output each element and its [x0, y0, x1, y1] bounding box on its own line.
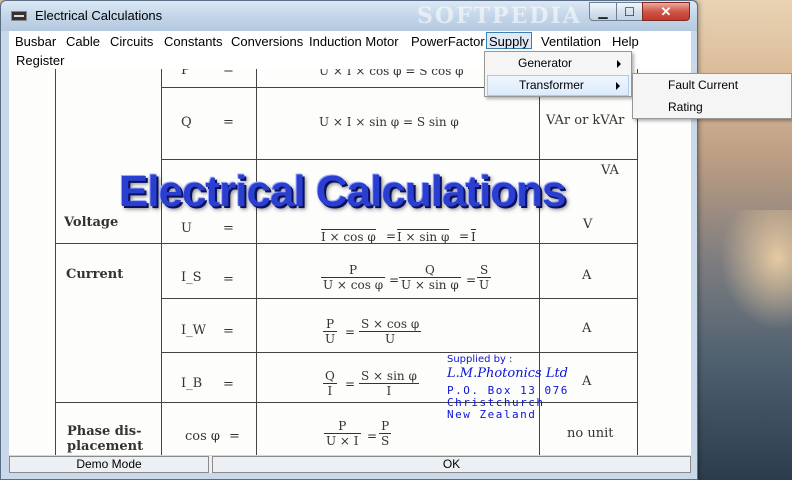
unit-voltage: V	[583, 217, 593, 232]
formula-q: U × I × sin φ = S sin φ	[319, 115, 459, 129]
status-mode: Demo Mode	[9, 456, 209, 473]
fraction-ib-1: QI	[323, 369, 337, 398]
menu-item-rating[interactable]: Rating	[635, 97, 789, 118]
table-line	[161, 69, 162, 455]
menu-induction-motor[interactable]: Induction Motor	[307, 33, 401, 50]
table-line	[637, 69, 638, 455]
symbol-q: Q	[181, 115, 192, 130]
fraction-iw-2: S × cos φU	[359, 317, 422, 346]
row-label-displacement: placement	[67, 439, 144, 454]
unit-is: A	[582, 268, 592, 283]
supply-dropdown: Generator Transformer	[484, 51, 632, 97]
symbol-iw: I_W	[181, 323, 206, 338]
menu-item-transformer[interactable]: Transformer	[487, 75, 629, 96]
equals-sign: =	[223, 377, 234, 392]
maximize-button[interactable]: ☐	[616, 2, 643, 21]
equals-sign: =	[223, 272, 234, 287]
row-label-current: Current	[66, 267, 124, 282]
equals-sign: =	[223, 69, 234, 78]
unit-q: VAr or kVAr	[546, 113, 625, 128]
menu-item-generator[interactable]: Generator	[487, 53, 629, 74]
equals-sign: =	[386, 229, 397, 243]
table-line	[161, 159, 637, 160]
window-title: Electrical Calculations	[35, 8, 163, 23]
unit-iw: A	[582, 321, 592, 336]
symbol-p: P	[181, 69, 190, 78]
unit-s: VA	[601, 163, 619, 178]
fraction-is-1: PU × cos φ	[321, 263, 386, 292]
equals-sign: =	[367, 429, 378, 443]
equals-sign: =	[223, 115, 234, 130]
equals-sign: =	[223, 221, 234, 236]
equals-sign: =	[229, 429, 240, 444]
minimize-icon: ▁	[598, 4, 608, 19]
fraction-pd-1: PU × I	[324, 419, 361, 448]
equals-sign: =	[389, 273, 400, 287]
supplied-by-label: Supplied by :	[447, 354, 513, 365]
table-line	[55, 69, 56, 455]
equals-sign: =	[345, 325, 356, 339]
address-line: New Zealand	[447, 408, 537, 421]
row-label-voltage: Voltage	[64, 215, 119, 230]
formula-voltage-den1: I × cos φ	[321, 229, 376, 244]
fraction-is-3: SU	[477, 263, 492, 292]
fraction-is-2: QU × sin φ	[399, 263, 461, 292]
formula-voltage-den3: I	[471, 229, 476, 244]
fraction-pd-2: PS	[379, 419, 392, 448]
maximize-icon: ☐	[624, 4, 635, 19]
menu-help[interactable]: Help	[610, 33, 641, 50]
close-icon: ✕	[660, 3, 672, 19]
unit-phase: no unit	[567, 426, 614, 441]
table-line	[55, 402, 637, 403]
equals-sign: =	[466, 273, 477, 287]
close-button[interactable]: ✕	[642, 2, 690, 21]
submenu-arrow-icon	[617, 60, 621, 68]
menu-powerfactor[interactable]: PowerFactor	[409, 33, 487, 50]
symbol-u: U	[181, 221, 192, 236]
ok-button[interactable]: OK	[212, 456, 691, 473]
submenu-arrow-icon	[616, 82, 620, 90]
menu-constants[interactable]: Constants	[162, 33, 225, 50]
splash-image-area: P = U × I × cos φ = S cos φ Q = U × I × …	[9, 69, 691, 455]
minimize-button[interactable]: ▁	[589, 2, 617, 21]
menu-supply[interactable]: Supply	[486, 32, 532, 49]
row-label-phase: Phase dis-	[67, 424, 142, 439]
menu-cable[interactable]: Cable	[64, 33, 102, 50]
fraction-iw-1: PU	[323, 317, 338, 346]
symbol-ib: I_B	[181, 376, 203, 391]
equals-sign: =	[223, 324, 234, 339]
menu-item-fault-current[interactable]: Fault Current	[635, 75, 789, 96]
equals-sign: =	[459, 229, 470, 243]
symbol-is: I_S	[181, 270, 202, 285]
formula-voltage-den2: I × sin φ	[397, 229, 450, 244]
menu-circuits[interactable]: Circuits	[108, 33, 155, 50]
transformer-submenu: Fault Current Rating	[632, 73, 792, 119]
table-line	[161, 352, 637, 353]
table-line	[161, 298, 637, 299]
menu-busbar[interactable]: Busbar	[13, 33, 58, 50]
menu-register[interactable]: Register	[14, 52, 66, 69]
desktop-sun-glow	[720, 210, 792, 330]
menu-ventilation[interactable]: Ventilation	[539, 33, 603, 50]
unit-ib: A	[582, 374, 592, 389]
app-icon[interactable]	[11, 11, 27, 21]
symbol-cos-phi: cos φ	[185, 429, 221, 444]
menu-conversions[interactable]: Conversions	[229, 33, 305, 50]
splash-title: Electrical Calculations	[119, 167, 567, 216]
title-bar[interactable]: Electrical Calculations SOFTPEDIA ▁ ☐ ✕	[1, 1, 697, 31]
table-line	[256, 69, 257, 455]
formula-p: U × I × cos φ = S cos φ	[319, 69, 464, 78]
equals-sign: =	[345, 377, 356, 391]
status-bar: Demo Mode OK	[9, 456, 691, 473]
company-name: L.M.Photonics Ltd	[447, 366, 568, 381]
fraction-ib-2: S × sin φI	[359, 369, 419, 398]
menu-item-label: Generator	[518, 56, 573, 70]
watermark-text: SOFTPEDIA	[417, 3, 582, 29]
menu-item-label: Transformer	[519, 78, 584, 92]
